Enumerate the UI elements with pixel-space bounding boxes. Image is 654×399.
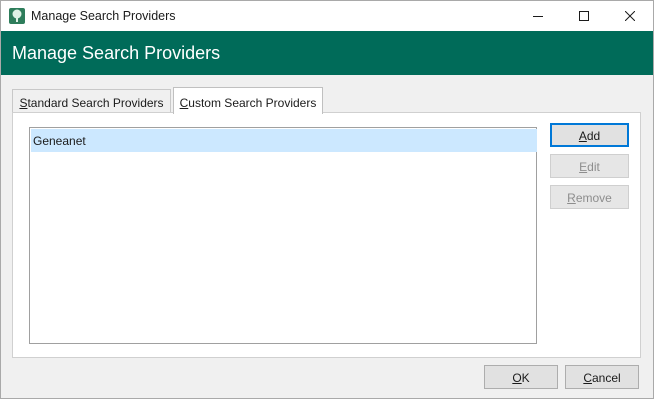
minimize-icon <box>533 16 543 17</box>
close-icon <box>625 11 635 21</box>
list-item[interactable]: Geneanet <box>31 129 537 152</box>
button-label: dd <box>586 129 601 143</box>
tab-label: tandard Search Providers <box>27 96 164 110</box>
maximize-button[interactable] <box>561 1 607 31</box>
minimize-button[interactable] <box>515 1 561 31</box>
button-mnemonic: R <box>567 191 576 205</box>
providers-list[interactable]: Geneanet <box>29 127 537 344</box>
button-mnemonic: E <box>579 160 588 174</box>
page-title: Manage Search Providers <box>12 43 221 63</box>
remove-button[interactable]: Remove <box>550 185 629 209</box>
tab-custom-search-providers[interactable]: Custom Search Providers <box>173 87 323 114</box>
add-button[interactable]: Add <box>550 123 629 147</box>
edit-button[interactable]: Edit <box>550 154 629 178</box>
tree-icon <box>9 8 25 24</box>
cancel-button[interactable]: Cancel <box>565 365 639 389</box>
button-label: dit <box>587 160 600 174</box>
title-bar[interactable]: Manage Search Providers <box>1 1 653 31</box>
button-label: emove <box>575 191 612 205</box>
tab-label: ustom Search Providers <box>188 96 317 110</box>
window-title: Manage Search Providers <box>31 9 176 23</box>
header-banner: Manage Search Providers <box>1 31 653 75</box>
button-mnemonic: C <box>583 371 592 385</box>
tab-label-mnemonic: C <box>179 96 189 110</box>
close-button[interactable] <box>607 1 653 31</box>
button-label: ancel <box>591 371 621 385</box>
button-mnemonic: O <box>512 371 522 385</box>
manage-search-providers-window: Manage Search Providers Manage Search Pr… <box>0 0 654 399</box>
button-label: K <box>521 371 530 385</box>
maximize-icon <box>579 11 589 21</box>
ok-button[interactable]: OK <box>484 365 558 389</box>
button-mnemonic: A <box>578 129 587 143</box>
tab-standard-search-providers[interactable]: Standard Search Providers <box>12 89 171 113</box>
custom-providers-panel: Geneanet Add Edit Remove <box>12 112 641 358</box>
